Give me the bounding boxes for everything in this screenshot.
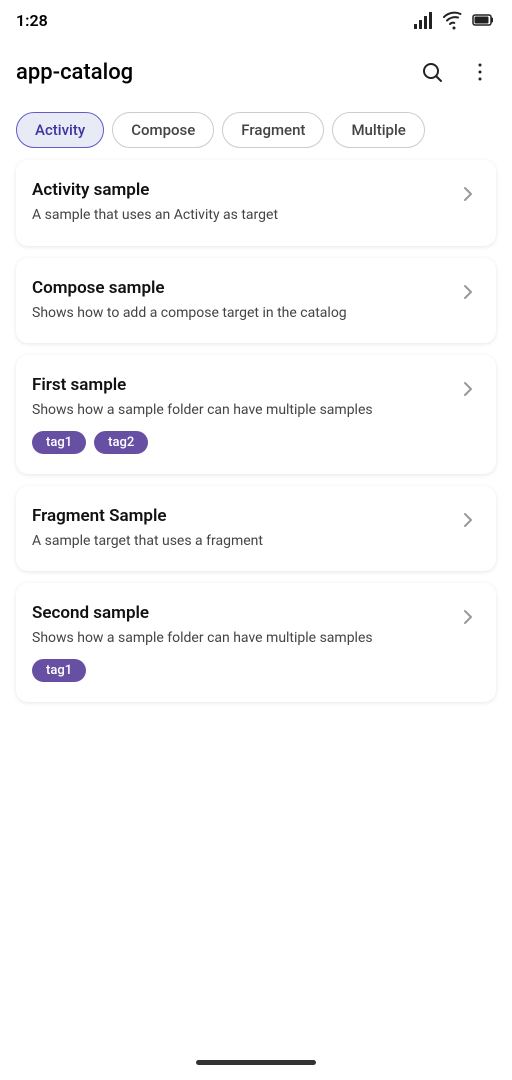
list-item[interactable]: Activity sample A sample that uses an Act…: [16, 160, 496, 246]
bottom-bar: [0, 1044, 512, 1080]
more-vert-icon: [468, 60, 492, 84]
list-item[interactable]: Second sample Shows how a sample folder c…: [16, 583, 496, 702]
list-item-tags: tag1: [32, 659, 448, 682]
list-item-title: First sample: [32, 375, 448, 395]
list-item-desc: A sample target that uses a fragment: [32, 532, 448, 552]
home-indicator: [196, 1060, 316, 1065]
list-item-arrow-icon: [456, 375, 480, 401]
list-item-title: Compose sample: [32, 278, 448, 298]
list-item-title: Activity sample: [32, 180, 448, 200]
filter-row: ActivityComposeFragmentMultiple: [0, 104, 512, 160]
list-item-content: Compose sample Shows how to add a compose…: [32, 278, 448, 324]
list-item-content: Second sample Shows how a sample folder c…: [32, 603, 448, 682]
toolbar: app-catalog: [0, 40, 512, 104]
signal-icon: [412, 8, 436, 32]
status-time: 1:28: [16, 11, 48, 30]
tag-chip: tag1: [32, 431, 86, 454]
search-icon: [420, 60, 444, 84]
list-item-desc: Shows how to add a compose target in the…: [32, 304, 448, 324]
list-item-arrow-icon: [456, 506, 480, 532]
list-item-arrow-icon: [456, 603, 480, 629]
list-item-content: Fragment Sample A sample target that uses…: [32, 506, 448, 552]
tag-chip: tag2: [94, 431, 148, 454]
list-item-desc: A sample that uses an Activity as target: [32, 206, 448, 226]
list-item-arrow-icon: [456, 180, 480, 206]
list-item-arrow-icon: [456, 278, 480, 304]
status-icons: [412, 8, 496, 32]
list-item[interactable]: First sample Shows how a sample folder ca…: [16, 355, 496, 474]
filter-chip-compose[interactable]: Compose: [112, 112, 214, 148]
list-item[interactable]: Compose sample Shows how to add a compose…: [16, 258, 496, 344]
list-item-content: Activity sample A sample that uses an Act…: [32, 180, 448, 226]
list-item-title: Fragment Sample: [32, 506, 448, 526]
wifi-icon: [442, 8, 466, 32]
page-title: app-catalog: [16, 60, 133, 85]
list-item[interactable]: Fragment Sample A sample target that uses…: [16, 486, 496, 572]
tag-chip: tag1: [32, 659, 86, 682]
list-item-desc: Shows how a sample folder can have multi…: [32, 401, 448, 421]
battery-icon: [472, 8, 496, 32]
search-button[interactable]: [416, 56, 448, 88]
list-item-content: First sample Shows how a sample folder ca…: [32, 375, 448, 454]
toolbar-actions: [416, 56, 496, 88]
item-list: Activity sample A sample that uses an Act…: [0, 160, 512, 714]
list-item-title: Second sample: [32, 603, 448, 623]
list-item-tags: tag1 tag2: [32, 431, 448, 454]
filter-chip-multiple[interactable]: Multiple: [332, 112, 424, 148]
more-options-button[interactable]: [464, 56, 496, 88]
status-bar: 1:28: [0, 0, 512, 40]
filter-chip-fragment[interactable]: Fragment: [222, 112, 324, 148]
list-item-desc: Shows how a sample folder can have multi…: [32, 629, 448, 649]
filter-chip-activity[interactable]: Activity: [16, 112, 104, 148]
